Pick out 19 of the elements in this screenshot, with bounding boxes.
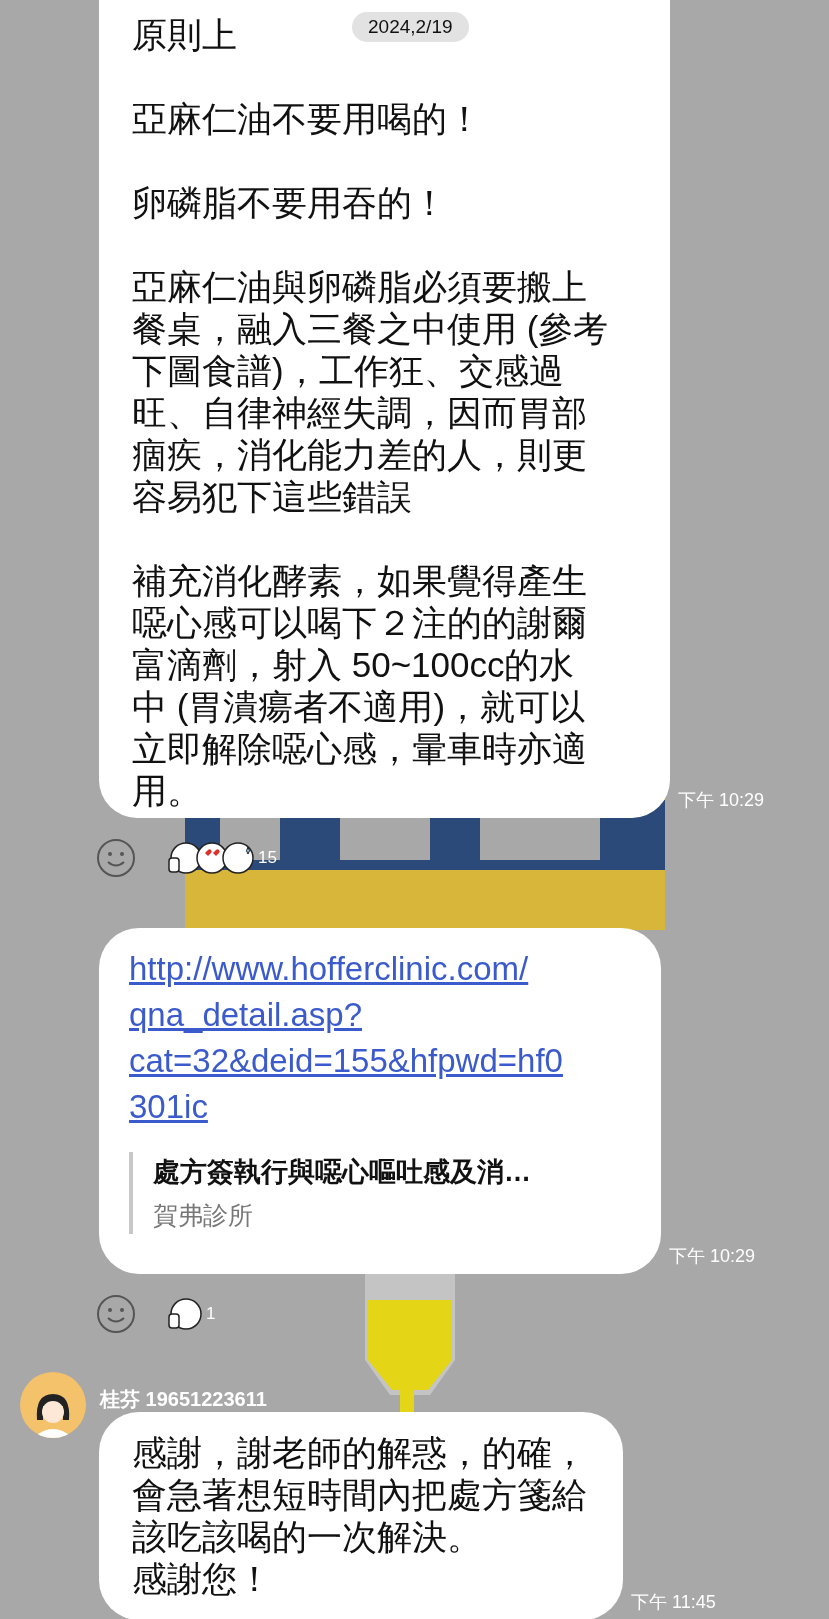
message-paragraph: 感謝，謝老師的解惑，的確， 會急著想短時間內把處方箋給 該吃該喝的一次解決。 感謝您！: [132, 1432, 587, 1600]
message-paragraph: 亞麻仁油不要用喝的！: [132, 98, 482, 140]
smiley-icon[interactable]: [96, 1294, 136, 1334]
thumbs-up-sticker-icon: [168, 1297, 202, 1331]
message-paragraph: 卵磷脂不要用吞的！: [132, 182, 447, 224]
link-preview-title[interactable]: 處方簽執行與噁心嘔吐感及消…: [153, 1152, 631, 1193]
reaction-count: 1: [206, 1303, 216, 1326]
date-badge: 2024,2/19: [352, 12, 469, 42]
link-preview-site: 賀弗診所: [153, 1199, 254, 1231]
url-link[interactable]: http://www.hofferclinic.com/ qna_detail.asp? cat=32&deid=155&hfpwd=hf0 301ic: [129, 946, 563, 1130]
message-time: 下午 11:45: [631, 1591, 716, 1614]
smiley-icon[interactable]: [96, 838, 136, 878]
message-paragraph: 原則上: [132, 14, 237, 56]
message-paragraph: 亞麻仁油與卵磷脂必須要搬上 餐桌，融入三餐之中使用 (參考 下圖食譜)，工作狂、交感過 旺、自律神經失調，因而胃部 痼疾，消化能力差的人，則更 容易犯下這些錯誤: [132, 266, 609, 518]
message-time: 下午 10:29: [669, 1245, 756, 1268]
message-paragraph: 補充消化酵素，如果覺得產生 噁心感可以喝下２注的的謝爾 富滴劑，射入 50~100cc的水 中 (胃潰瘍者不適用)，就可以 立即解除噁心感，暈車時亦適 用。: [132, 560, 587, 812]
sender-name: 桂芬 19651223611: [100, 1387, 267, 1412]
sweat-sticker-icon: [220, 841, 254, 875]
message-time: 下午 10:29: [678, 789, 765, 812]
